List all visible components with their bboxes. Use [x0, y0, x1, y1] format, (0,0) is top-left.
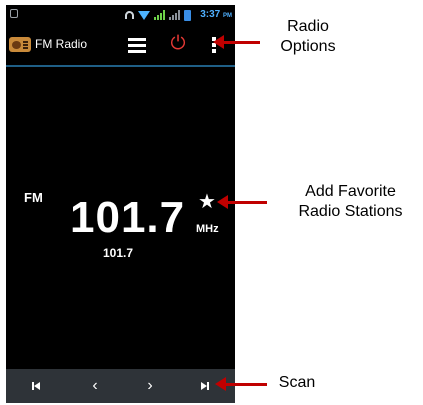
skip-next-icon[interactable]	[196, 377, 214, 395]
callout-scan: Scan	[278, 374, 316, 391]
star-icon[interactable]: ★	[198, 192, 216, 212]
scan-controls: ‹ ›	[6, 369, 235, 403]
band-label: FM	[24, 190, 43, 205]
phone-screen: 3:37 PM FM Radio ⏻ FM 101.7 ★ MHz 101.7 …	[6, 5, 235, 403]
headset-icon	[125, 11, 134, 19]
skip-previous-icon[interactable]	[28, 377, 46, 395]
wifi-icon	[138, 10, 150, 20]
screenshot-icon	[10, 9, 18, 18]
power-icon[interactable]: ⏻	[169, 34, 187, 54]
radio-app-icon	[9, 37, 31, 52]
callout-arrow-options	[213, 35, 260, 49]
station-list-icon[interactable]	[128, 38, 146, 53]
app-bar: FM Radio ⏻	[6, 25, 235, 67]
signal-icon	[154, 10, 165, 20]
status-bar: 3:37 PM	[6, 5, 235, 25]
callout-add-favorite: Add Favorite Radio Stations	[298, 183, 403, 220]
frequency-unit: MHz	[196, 223, 219, 235]
battery-icon	[184, 9, 191, 21]
app-title: FM Radio	[35, 37, 88, 51]
frequency-display: 101.7	[70, 193, 186, 242]
chevron-right-icon[interactable]: ›	[141, 377, 159, 395]
chevron-left-icon[interactable]: ‹	[86, 377, 104, 395]
callout-radio-options: Radio Options	[280, 18, 336, 55]
station-name: 101.7	[103, 246, 134, 260]
callout-arrow-scan	[215, 377, 267, 391]
status-icons	[125, 8, 191, 22]
signal-icon	[169, 10, 180, 20]
status-time: 3:37 PM	[200, 9, 232, 20]
callout-arrow-favorite	[217, 195, 267, 209]
